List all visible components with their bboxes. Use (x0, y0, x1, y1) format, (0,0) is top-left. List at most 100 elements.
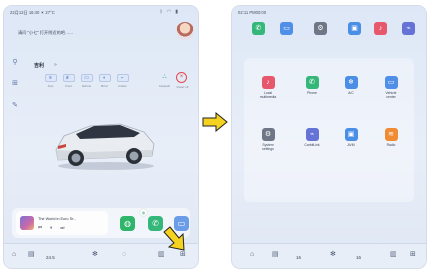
chat-bubble-icon: ◍ (124, 219, 131, 228)
control-defrost[interactable]: ▭ Defrost (80, 74, 93, 88)
control-label: Auto (47, 84, 54, 88)
power-off-button[interactable]: × Power off (176, 72, 188, 89)
top-media-app[interactable]: ♪ (374, 22, 387, 35)
app-local-multimedia[interactable]: ♪ Local multimedia (253, 76, 283, 99)
signal-icon: ▮ (175, 9, 178, 15)
app-label: A/C (348, 91, 354, 95)
car-icon: ▭ (283, 25, 290, 32)
link-icon: ⌁ (406, 25, 411, 32)
grid-icon[interactable]: ⊞ (11, 80, 19, 88)
control-light[interactable]: ≡ Auto (44, 74, 57, 88)
seat-heat-icon[interactable]: ▥ (390, 250, 397, 260)
right-dock: ⌂ ▤ 16 ✻ 16 ▥ ⊞ (232, 243, 426, 268)
power-off-label: Power off (176, 85, 189, 89)
bluetooth-icon: ᛒ (159, 9, 163, 15)
app-label: CarbitLink (304, 143, 320, 147)
wechat-badge-icon: ◍ (140, 209, 147, 216)
rear-defrost-icon[interactable]: ▤ (28, 250, 35, 260)
next-track-icon[interactable]: ⏭ (60, 225, 64, 230)
wechat-app-tile[interactable]: ◍ (120, 216, 135, 231)
gear-icon: ⚙ (261, 128, 275, 141)
temp-left-value[interactable]: 16 (296, 253, 301, 263)
home-icon[interactable]: ⌂ (12, 250, 16, 260)
app-ac[interactable]: ❄ A/C (336, 76, 366, 95)
autopark-button[interactable]: ⛬ Autopark (159, 72, 170, 88)
vehicle-quick-controls: ≡ Auto ≢ Front ▭ Defrost ◐ Mirror ⌐ Follow (44, 74, 129, 88)
parking-icon: ⛬ (162, 74, 167, 80)
snowflake-icon: ❄ (344, 76, 358, 89)
right-status-bar: 02:11 PM00:00 (232, 6, 426, 20)
app-vehicle-center[interactable]: ▭ Vehicle center (376, 76, 406, 99)
voice-greeting: 请问 “小七” 打开附近的吧…… (18, 30, 74, 35)
app-label: System settings (262, 143, 274, 151)
vehicle-name-chevron[interactable]: » (54, 62, 57, 68)
music-icon: ♪ (378, 25, 383, 32)
camera-icon: ▣ (351, 25, 358, 32)
assistant-avatar[interactable] (176, 22, 194, 40)
transition-arrow-icon (202, 112, 228, 132)
wrench-icon[interactable]: ✎ (11, 102, 19, 110)
app-drawer-icon[interactable]: ⊞ (410, 250, 416, 260)
radio-icon: ≋ (384, 128, 398, 141)
top-vehicle-app[interactable]: ▭ (280, 22, 293, 35)
pause-icon[interactable]: ⏸ (50, 225, 52, 230)
ac-icon[interactable]: ◌ (122, 250, 126, 260)
control-fog[interactable]: ≢ Front (62, 74, 75, 88)
music-icon: ♪ (261, 76, 275, 89)
app-phone[interactable]: ✆ Phone (297, 76, 327, 95)
phone-app-tile[interactable]: ✆ (148, 216, 163, 231)
pointer-arrow-icon (163, 226, 185, 251)
right-screen: 02:11 PM00:00 ✆ ▭ ⚙ ▣ ♪ ⌁ ♪ Local multime… (232, 6, 426, 268)
control-mirror[interactable]: ◐ Mirror (98, 74, 111, 88)
car-icon: ▭ (384, 76, 398, 89)
right-status-time: 02:11 PM00:00 (238, 10, 267, 15)
home-icon[interactable]: ⌂ (250, 250, 254, 260)
vehicle-name[interactable]: 吉利 (34, 62, 44, 69)
temp-right-value[interactable]: 16 (356, 253, 361, 263)
rear-defrost-icon[interactable]: ▤ (272, 250, 279, 260)
left-status-bar: 22月13日 16:40 ☀ 27°C ᛒ ◠ ▮ (4, 6, 198, 20)
phone-icon: ✆ (255, 25, 262, 32)
left-system-icons: ᛒ ◠ ▮ (160, 9, 178, 15)
camera-icon: ▣ (344, 128, 358, 141)
fan-icon[interactable]: ✻ (330, 250, 336, 260)
top-settings-app[interactable]: ⚙ (314, 22, 327, 35)
top-avm-app[interactable]: ▣ (348, 22, 361, 35)
phone-icon: ✆ (305, 76, 319, 89)
top-carbitlink-app[interactable]: ⌁ (402, 22, 415, 35)
top-phone-app[interactable]: ✆ (252, 22, 265, 35)
phone-icon: ✆ (152, 219, 159, 228)
app-label: Radio (386, 143, 396, 147)
app-label: Vehicle center (385, 91, 397, 99)
previous-track-icon[interactable]: ⏮ (38, 225, 42, 230)
app-system-settings[interactable]: ⚙ System settings (253, 128, 283, 151)
control-label: Follow (118, 84, 127, 88)
music-widget[interactable]: The World in Euro Sr... ⏮ ⏸ ⏭ (16, 211, 108, 235)
app-avm[interactable]: ▣ AVM (336, 128, 366, 147)
control-follow[interactable]: ⌐ Follow (116, 74, 129, 88)
wifi-icon: ◠ (166, 9, 172, 15)
app-launcher: ♪ Local multimedia ✆ Phone ❄ A/C ▭ Vehicle c… (244, 58, 414, 202)
album-art (20, 216, 34, 230)
app-label: Local multimedia (259, 91, 277, 99)
control-label: Front (65, 84, 72, 88)
app-radio[interactable]: ≋ Radio (376, 128, 406, 147)
gear-icon: ⚙ (317, 25, 324, 32)
music-controls: ⏮ ⏸ ⏭ (38, 225, 64, 230)
song-title: The World in Euro Sr... (38, 217, 77, 221)
app-label: Phone (307, 91, 317, 95)
left-status-time: 22月13日 16:40 ☀ 27°C (10, 10, 55, 15)
fan-icon[interactable]: ✻ (92, 250, 98, 260)
app-carbitlink[interactable]: ⌁ CarbitLink (297, 128, 327, 147)
mirror-icon: ◐ (98, 74, 111, 82)
control-label: Defrost (81, 84, 91, 88)
temp-left-value[interactable]: 24.5 (46, 253, 55, 263)
defrost-icon: ▭ (80, 74, 93, 82)
link-icon: ⌁ (305, 128, 319, 141)
app-label: AVM (347, 143, 355, 147)
follow-home-icon: ⌐ (116, 74, 129, 82)
location-pin-icon[interactable]: ⚲ (11, 59, 19, 67)
vehicle-image (55, 123, 155, 170)
control-label: Mirror (100, 84, 109, 88)
fog-light-icon: ≢ (62, 74, 75, 82)
